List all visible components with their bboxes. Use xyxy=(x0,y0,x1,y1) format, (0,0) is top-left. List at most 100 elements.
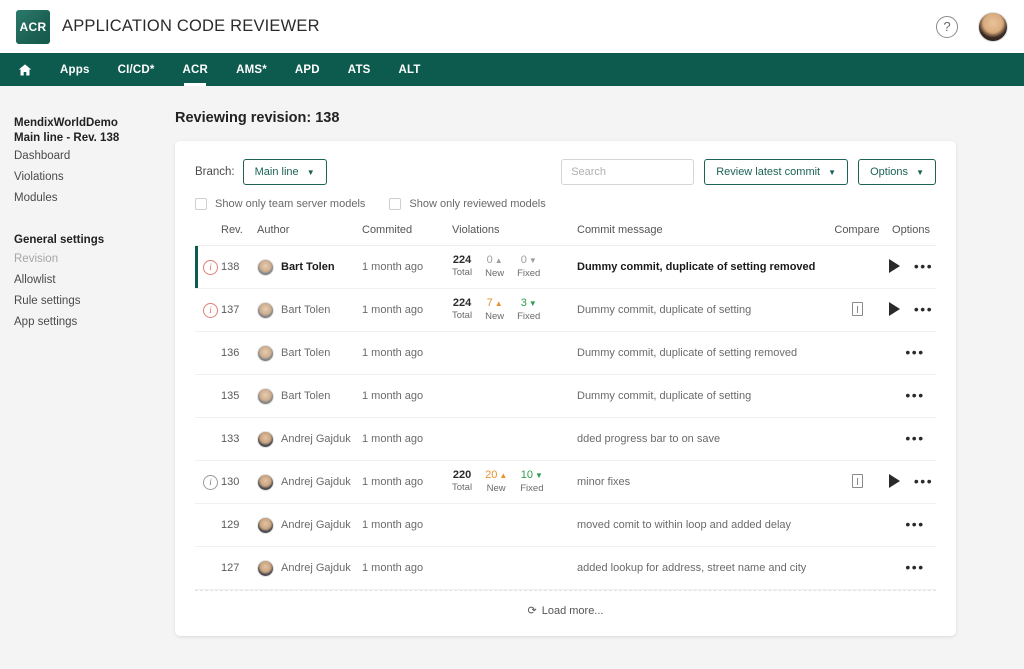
user-avatar[interactable] xyxy=(978,11,1008,42)
table-row[interactable]: 136 Bart Tolen 1 month ago Dummy commit, du… xyxy=(195,331,936,375)
commit-message: Dummy commit, duplicate of setting remov… xyxy=(577,261,816,273)
row-author-cell: Bart Tolen xyxy=(257,331,362,375)
checkbox-reviewed-models[interactable] xyxy=(389,198,402,210)
sidebar-item-modules[interactable]: Modules xyxy=(14,188,175,209)
more-options-icon[interactable]: ••• xyxy=(905,345,924,359)
nav-item-alt[interactable]: ALT xyxy=(385,53,435,86)
column-compare: Compare xyxy=(828,224,886,246)
table-row[interactable]: 129 Andrej Gajduk 1 month ago moved comit t… xyxy=(195,503,936,547)
table-row[interactable]: i 130 Andrej Gajduk 1 month ago 220 Total 20 ▲ N… xyxy=(195,460,936,504)
row-flag-cell xyxy=(195,503,221,547)
info-icon[interactable]: i xyxy=(203,474,218,490)
play-icon[interactable] xyxy=(888,473,900,488)
violations-new-caption: New xyxy=(485,268,505,279)
nav-item-apps[interactable]: Apps xyxy=(46,53,104,86)
row-committed-cell: 1 month ago xyxy=(362,374,452,418)
table-row[interactable]: 127 Andrej Gajduk 1 month ago added lookup … xyxy=(195,546,936,590)
load-more-button[interactable]: ⟳ Load more... xyxy=(195,590,936,617)
nav-item-ats[interactable]: ATS xyxy=(334,53,385,86)
table-row[interactable]: 133 Andrej Gajduk 1 month ago dded progress… xyxy=(195,417,936,461)
sidebar-item-revision[interactable]: Revision xyxy=(14,249,175,270)
options-button[interactable]: Options ▼ xyxy=(858,159,936,185)
row-message-cell: dded progress bar to on save xyxy=(577,417,828,461)
sidebar-item-violations[interactable]: Violations xyxy=(14,167,175,188)
row-flag-cell xyxy=(195,546,221,590)
more-options-icon[interactable]: ••• xyxy=(905,560,924,574)
row-violations-cell xyxy=(452,503,577,547)
more-options-icon[interactable]: ••• xyxy=(905,388,924,402)
nav-item-acr[interactable]: ACR xyxy=(169,53,223,86)
more-options-icon[interactable]: ••• xyxy=(905,431,924,445)
violations-new-value: 7 ▲ xyxy=(486,297,503,309)
row-options-cell: ••• xyxy=(886,288,936,332)
info-icon[interactable]: i xyxy=(203,302,218,318)
row-flag-cell: i xyxy=(195,245,221,289)
table-row[interactable]: i 137 Bart Tolen 1 month ago 224 Total 7 ▲ New 3 ▼… xyxy=(195,288,936,332)
info-icon[interactable]: i xyxy=(203,259,218,275)
more-options-icon[interactable]: ••• xyxy=(914,474,933,488)
row-author-cell: Andrej Gajduk xyxy=(257,503,362,547)
author-name: Bart Tolen xyxy=(281,304,331,316)
author-name: Bart Tolen xyxy=(281,390,331,402)
more-options-icon[interactable]: ••• xyxy=(914,302,933,316)
row-options-cell: ••• xyxy=(886,374,936,418)
chevron-down-icon: ▼ xyxy=(828,168,837,177)
table-header: Rev. Author Commited Violations Commit m… xyxy=(195,224,936,246)
nav-label: Apps xyxy=(60,63,90,76)
search-input[interactable] xyxy=(561,159,695,185)
row-actions: ••• xyxy=(897,517,924,531)
nav-item-apd[interactable]: APD xyxy=(281,53,334,86)
violations-new: 7 ▲ New xyxy=(485,297,504,323)
table-row[interactable]: i 138 Bart Tolen 1 month ago 224 Total 0 ▲ New 0 ▼… xyxy=(195,245,936,289)
row-actions: ••• xyxy=(897,431,924,445)
row-message-cell: minor fixes xyxy=(577,460,828,504)
violations-fixed-value: 3 ▼ xyxy=(520,297,537,309)
row-compare-cell xyxy=(828,460,886,504)
toolbar-right-group: Review latest commit ▼ Options ▼ xyxy=(561,159,936,185)
compare-icon[interactable] xyxy=(851,301,863,316)
column-committed: Commited xyxy=(362,224,452,246)
row-compare-cell xyxy=(828,546,886,590)
compare-icon[interactable] xyxy=(851,473,863,488)
committed-time: 1 month ago xyxy=(362,519,424,531)
chevron-down-icon: ▼ xyxy=(916,168,924,177)
nav-item-cicd[interactable]: CI/CD* xyxy=(104,53,169,86)
sidebar-item-dashboard[interactable]: Dashboard xyxy=(14,146,175,167)
play-icon[interactable] xyxy=(888,301,900,316)
checkbox-team-server-models[interactable] xyxy=(195,198,207,210)
author-name: Andrej Gajduk xyxy=(281,433,351,445)
nav-item-ams[interactable]: AMS* xyxy=(222,53,281,86)
violations-total-caption: Total xyxy=(452,482,473,493)
row-violations-cell xyxy=(452,374,577,418)
violations-total: 224 Total xyxy=(452,297,472,323)
author-name: Andrej Gajduk xyxy=(281,562,351,574)
row-rev-cell: 130 xyxy=(221,460,257,504)
play-icon[interactable] xyxy=(888,258,900,273)
column-author: Author xyxy=(257,224,362,246)
nav-home[interactable] xyxy=(6,53,46,86)
row-author-cell: Bart Tolen xyxy=(257,374,362,418)
top-header: ACR APPLICATION CODE REVIEWER ? xyxy=(0,0,1024,53)
violations-fixed-caption: Fixed xyxy=(520,483,544,494)
nav-label: CI/CD* xyxy=(117,63,155,76)
violations-fixed-caption: Fixed xyxy=(517,268,541,279)
row-message-cell: moved comit to within loop and added del… xyxy=(577,503,828,547)
acr-logo[interactable]: ACR xyxy=(16,9,50,44)
more-options-icon[interactable]: ••• xyxy=(905,517,924,531)
nav-label: ALT xyxy=(398,63,421,76)
row-options-cell: ••• xyxy=(886,460,936,504)
revisions-table: Rev. Author Commited Violations Commit m… xyxy=(195,224,936,590)
sidebar-item-app-settings[interactable]: App settings xyxy=(14,312,175,333)
more-options-icon[interactable]: ••• xyxy=(914,259,933,273)
row-actions: ••• xyxy=(888,301,933,316)
table-row[interactable]: 135 Bart Tolen 1 month ago Dummy commit, du… xyxy=(195,374,936,418)
sidebar-item-allowlist[interactable]: Allowlist xyxy=(14,270,175,291)
review-latest-commit-button[interactable]: Review latest commit ▼ xyxy=(704,159,849,185)
page-body: MendixWorldDemo Main line - Rev. 138 Das… xyxy=(0,86,1024,669)
nav-label: AMS* xyxy=(236,63,267,76)
branch-select[interactable]: Main line ▼ xyxy=(242,159,327,185)
commit-message: Dummy commit, duplicate of setting remov… xyxy=(577,347,798,359)
sidebar-item-rule-settings[interactable]: Rule settings xyxy=(14,291,175,312)
author-avatar xyxy=(257,430,274,448)
question-mark-icon[interactable]: ? xyxy=(936,15,958,38)
